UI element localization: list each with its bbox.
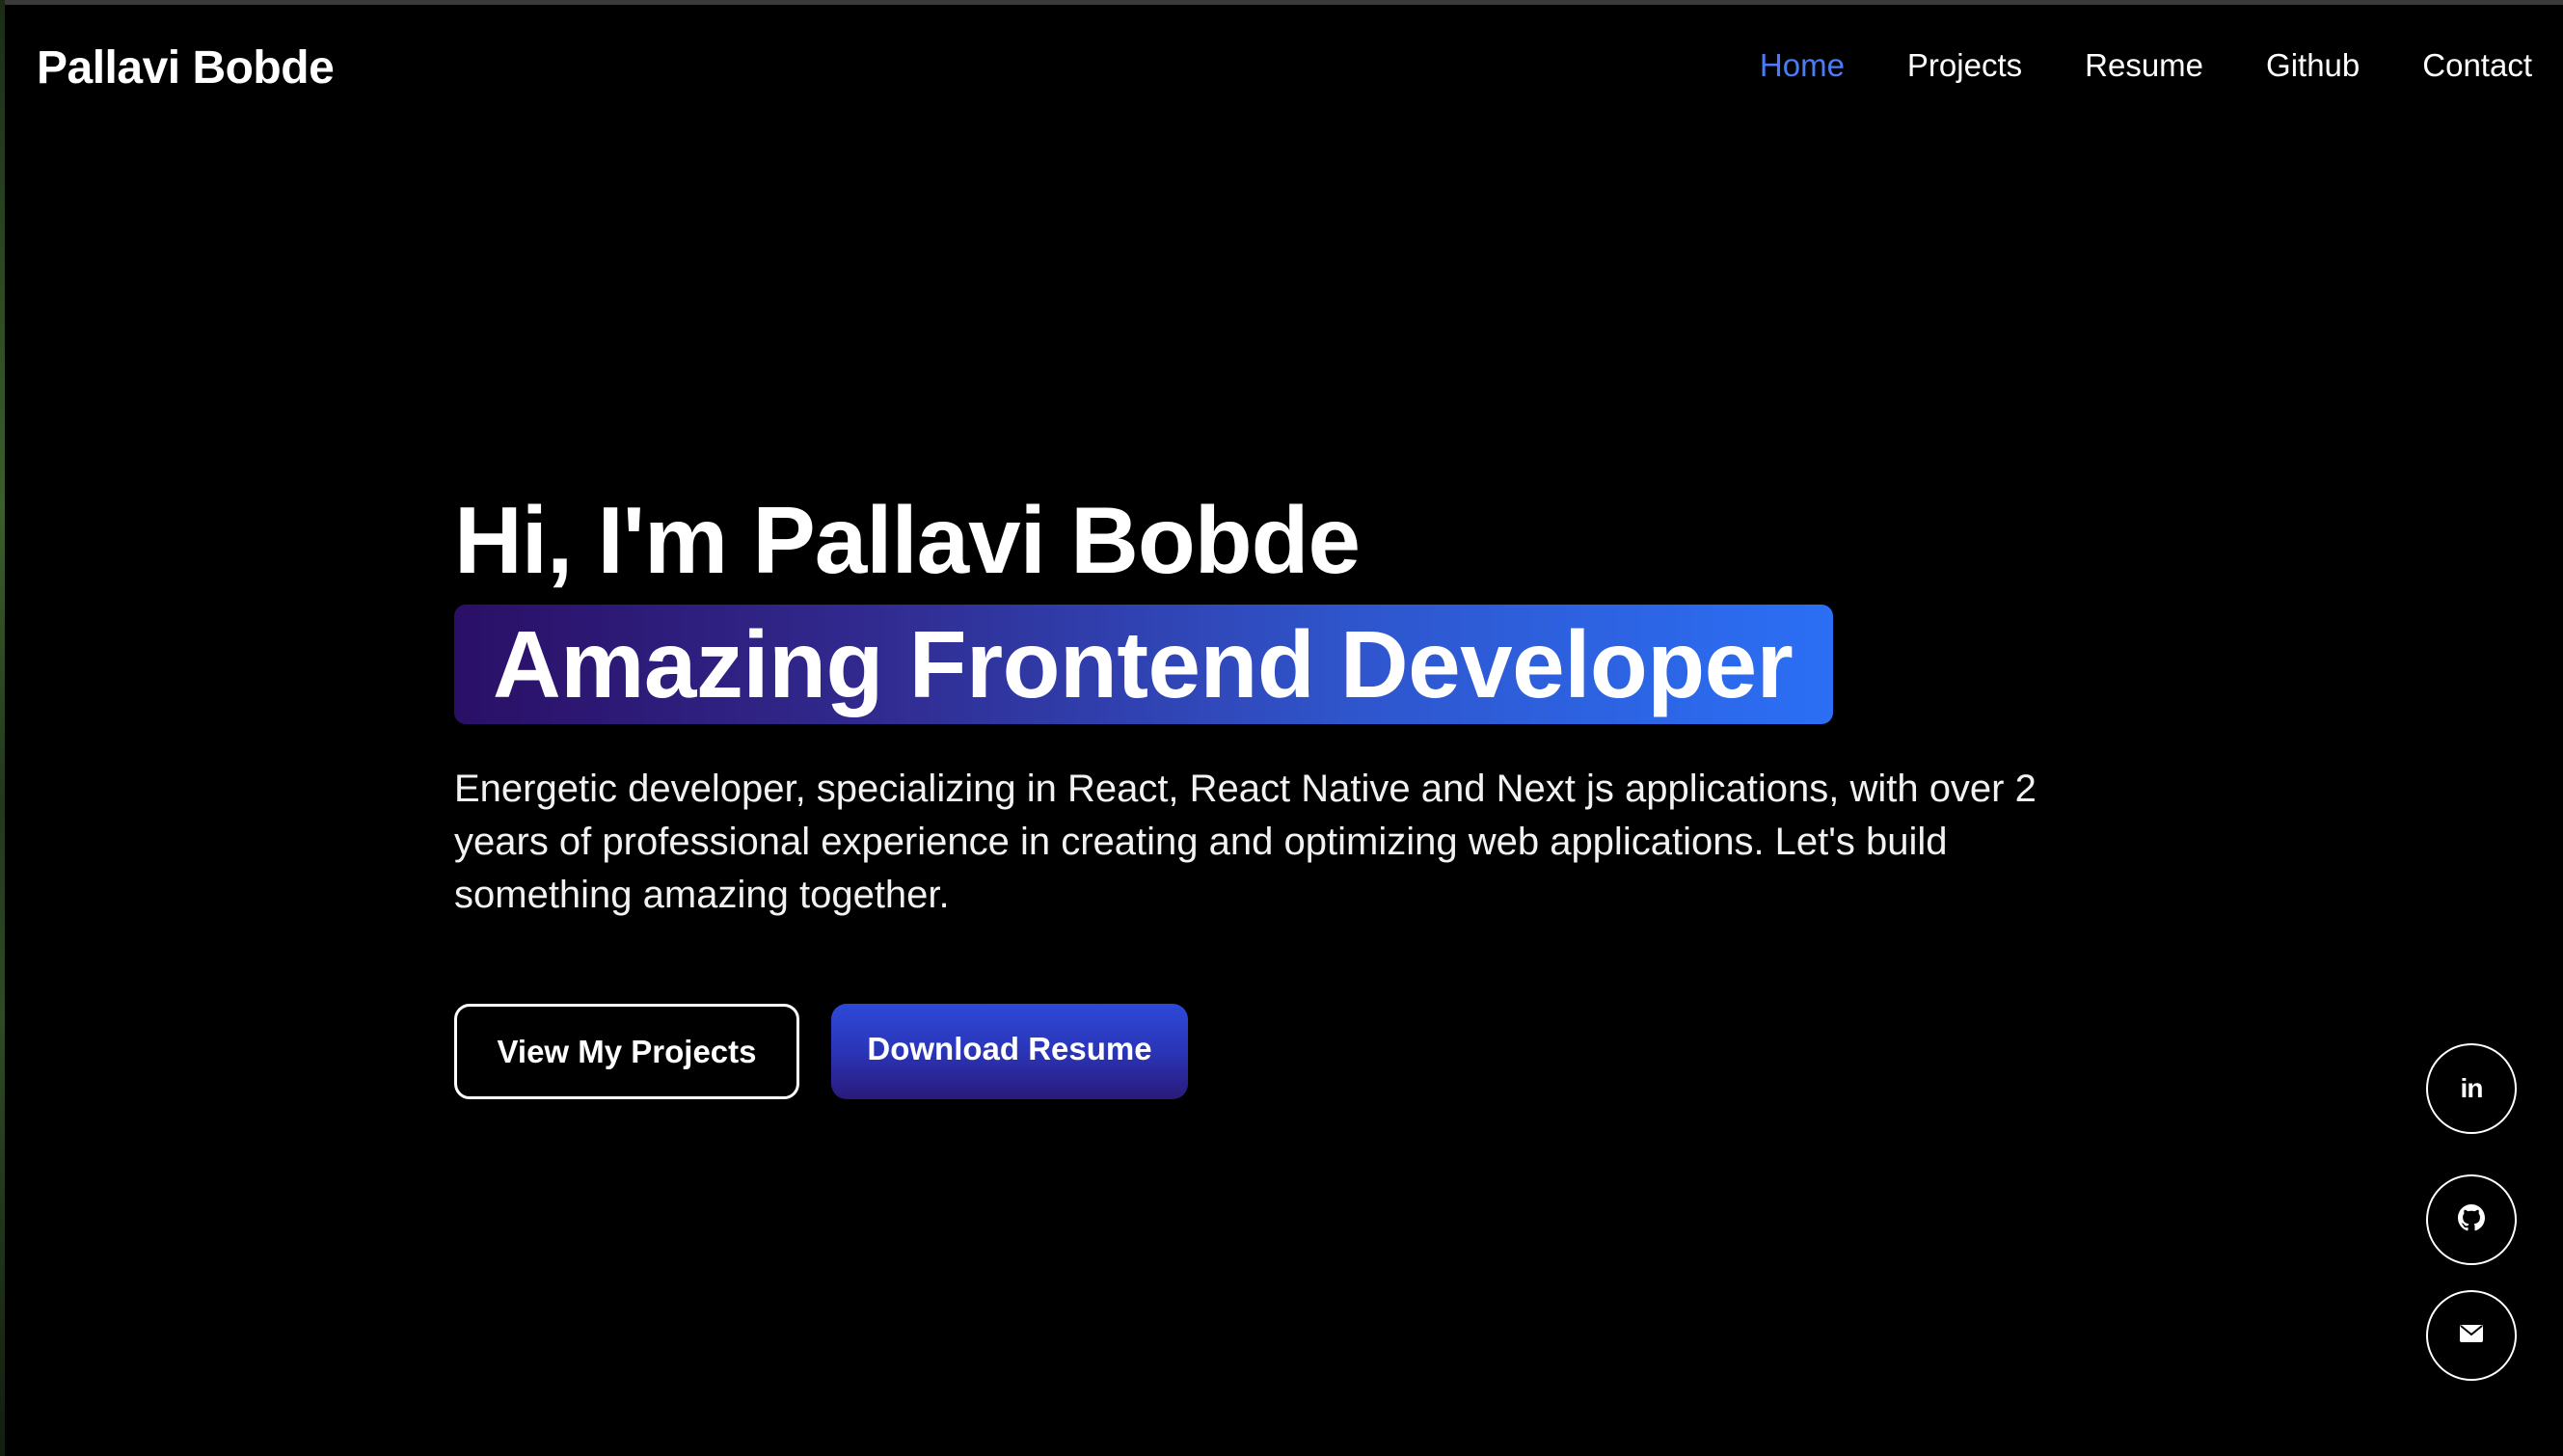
- hero-description: Energetic developer, specializing in Rea…: [454, 768, 2037, 916]
- nav-item-github[interactable]: Github: [2266, 47, 2360, 84]
- github-link[interactable]: [2426, 1174, 2517, 1265]
- nav-item-projects[interactable]: Projects: [1907, 47, 2022, 84]
- main-nav: Home Projects Resume Github Contact: [1760, 47, 2532, 84]
- linkedin-icon: in: [2460, 1073, 2484, 1103]
- email-link[interactable]: [2426, 1290, 2517, 1381]
- role-badge: Amazing Frontend Developer: [454, 605, 1834, 724]
- github-icon: [2458, 1203, 2485, 1236]
- cta-row: View My Projects Download Resume: [454, 1004, 2151, 1099]
- nav-item-home[interactable]: Home: [1760, 47, 1845, 84]
- nav-item-resume[interactable]: Resume: [2085, 47, 2203, 84]
- hero-greeting: Hi, I'm Pallavi Bobde: [454, 487, 1361, 593]
- page-viewport: Pallavi Bobde Home Projects Resume Githu…: [5, 5, 2563, 1456]
- hero-section: Hi, I'm Pallavi Bobde Amazing Frontend D…: [454, 482, 2151, 1099]
- brand-logo[interactable]: Pallavi Bobde: [37, 41, 335, 94]
- nav-item-contact[interactable]: Contact: [2422, 47, 2532, 84]
- mail-icon: [2459, 1324, 2484, 1348]
- linkedin-link[interactable]: in: [2426, 1043, 2517, 1134]
- view-projects-button[interactable]: View My Projects: [454, 1004, 799, 1099]
- download-resume-button[interactable]: Download Resume: [831, 1004, 1188, 1099]
